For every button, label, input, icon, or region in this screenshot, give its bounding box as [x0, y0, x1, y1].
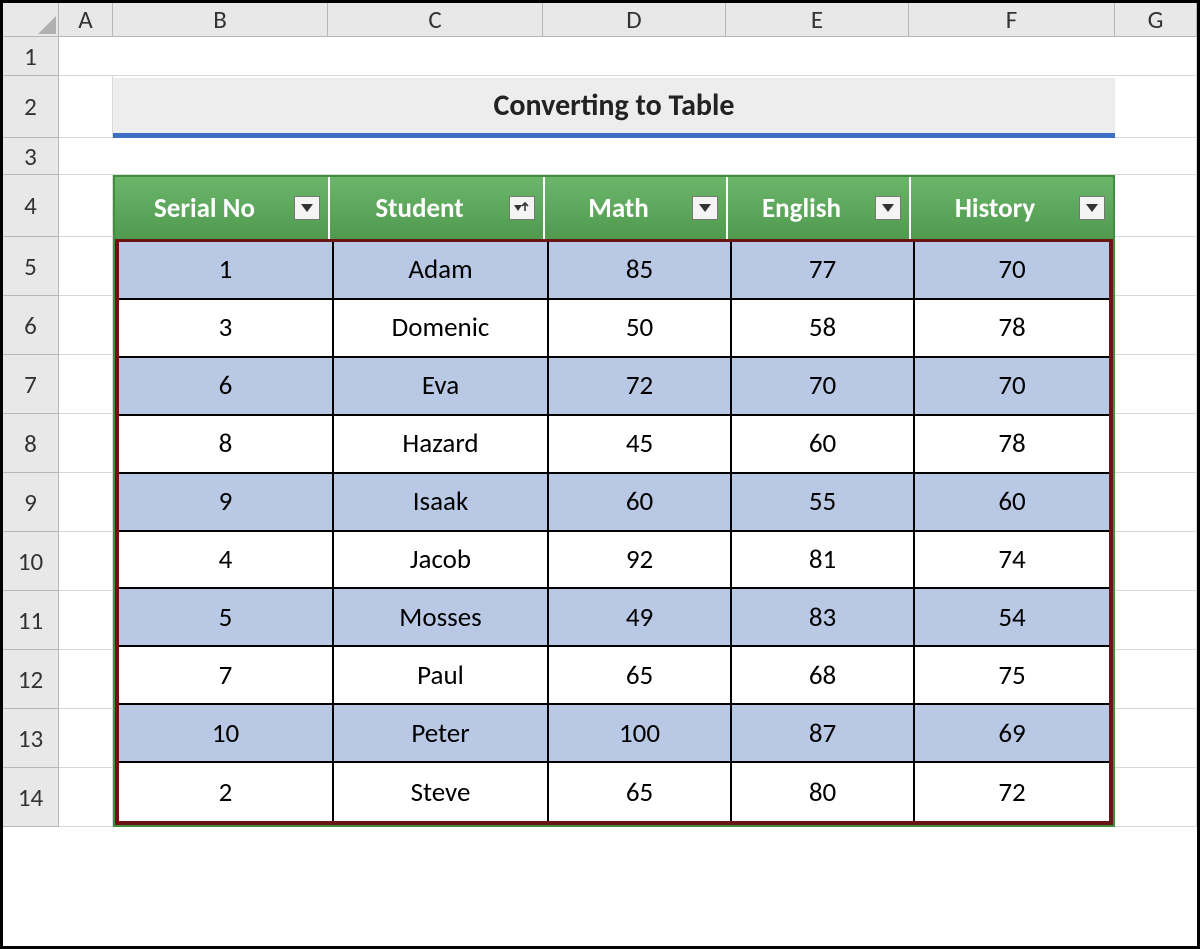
cell-math[interactable]: 65 [549, 763, 732, 821]
filter-dropdown-icon[interactable] [692, 196, 718, 220]
cell-history[interactable]: 60 [915, 474, 1109, 532]
col-math[interactable]: Math [545, 177, 728, 239]
cell-student[interactable]: Mosses [334, 589, 549, 647]
sort-asc-icon[interactable] [509, 196, 535, 220]
cell-serial[interactable]: 6 [119, 358, 334, 416]
cell-math[interactable]: 100 [549, 705, 732, 763]
cell-student[interactable]: Steve [334, 763, 549, 821]
col-serial-no[interactable]: Serial No [115, 177, 330, 239]
col-header-F[interactable]: F [909, 3, 1115, 37]
header-label: Serial No [154, 192, 255, 225]
page-title: Converting to Table [113, 78, 1115, 138]
cell-english[interactable]: 87 [732, 705, 915, 763]
cell-english[interactable]: 80 [732, 763, 915, 821]
col-header-C[interactable]: C [328, 3, 543, 37]
cell-math[interactable]: 50 [549, 300, 732, 358]
cell-serial[interactable]: 8 [119, 416, 334, 474]
row-header-14[interactable]: 14 [3, 768, 59, 827]
cell-english[interactable]: 70 [732, 358, 915, 416]
col-header-D[interactable]: D [543, 3, 726, 37]
data-table: Serial No Student Math English History 1… [113, 175, 1115, 827]
row-header-3[interactable]: 3 [3, 138, 59, 175]
row-header-1[interactable]: 1 [3, 37, 59, 76]
cell-serial[interactable]: 7 [119, 647, 334, 705]
cell-student[interactable]: Adam [334, 242, 549, 300]
cell-history[interactable]: 78 [915, 416, 1109, 474]
cell-english[interactable]: 83 [732, 589, 915, 647]
header-label: English [762, 192, 841, 225]
cell-history[interactable]: 70 [915, 242, 1109, 300]
row-header-6[interactable]: 6 [3, 296, 59, 355]
row-header-5[interactable]: 5 [3, 237, 59, 296]
row-header-4[interactable]: 4 [3, 175, 59, 237]
cell-history[interactable]: 54 [915, 589, 1109, 647]
spreadsheet-grid: A B C D E F G 1 2 Converting to Table 3 … [3, 3, 1197, 827]
cell-serial[interactable]: 10 [119, 705, 334, 763]
cell-english[interactable]: 81 [732, 532, 915, 590]
select-all-corner[interactable] [3, 3, 59, 37]
col-header-E[interactable]: E [726, 3, 909, 37]
cell-serial[interactable]: 2 [119, 763, 334, 821]
cell-math[interactable]: 60 [549, 474, 732, 532]
row-header-11[interactable]: 11 [3, 591, 59, 650]
cell-math[interactable]: 85 [549, 242, 732, 300]
row-header-2[interactable]: 2 [3, 76, 59, 138]
header-label: History [955, 192, 1035, 225]
col-history[interactable]: History [911, 177, 1113, 239]
cell-serial[interactable]: 5 [119, 589, 334, 647]
row-header-7[interactable]: 7 [3, 355, 59, 414]
cell-math[interactable]: 45 [549, 416, 732, 474]
cell-english[interactable]: 58 [732, 300, 915, 358]
cell-math[interactable]: 92 [549, 532, 732, 590]
cell-student[interactable]: Hazard [334, 416, 549, 474]
col-english[interactable]: English [728, 177, 911, 239]
row-header-10[interactable]: 10 [3, 532, 59, 591]
cell-english[interactable]: 60 [732, 416, 915, 474]
cell-english[interactable]: 55 [732, 474, 915, 532]
header-label: Student [375, 192, 463, 225]
col-header-G[interactable]: G [1115, 3, 1197, 37]
filter-dropdown-icon[interactable] [875, 196, 901, 220]
table-header-row: Serial No Student Math English History [115, 177, 1113, 239]
row-header-12[interactable]: 12 [3, 650, 59, 709]
filter-dropdown-icon[interactable] [294, 196, 320, 220]
filter-dropdown-icon[interactable] [1079, 196, 1105, 220]
cell-student[interactable]: Jacob [334, 532, 549, 590]
col-header-B[interactable]: B [113, 3, 328, 37]
cell-history[interactable]: 75 [915, 647, 1109, 705]
cell-history[interactable]: 74 [915, 532, 1109, 590]
cell-serial[interactable]: 1 [119, 242, 334, 300]
cell-history[interactable]: 70 [915, 358, 1109, 416]
cell-math[interactable]: 65 [549, 647, 732, 705]
cell-math[interactable]: 49 [549, 589, 732, 647]
cell-student[interactable]: Eva [334, 358, 549, 416]
table-body: 1Adam8577703Domenic5058786Eva7270708Haza… [115, 239, 1113, 825]
cell-student[interactable]: Paul [334, 647, 549, 705]
cell-history[interactable]: 69 [915, 705, 1109, 763]
row-header-9[interactable]: 9 [3, 473, 59, 532]
cell-english[interactable]: 77 [732, 242, 915, 300]
cell-math[interactable]: 72 [549, 358, 732, 416]
cell-serial[interactable]: 4 [119, 532, 334, 590]
cell-serial[interactable]: 3 [119, 300, 334, 358]
cell-student[interactable]: Peter [334, 705, 549, 763]
cell-history[interactable]: 78 [915, 300, 1109, 358]
col-header-A[interactable]: A [59, 3, 113, 37]
header-label: Math [588, 192, 649, 225]
select-all-triangle-icon [38, 16, 56, 34]
cell-student[interactable]: Isaak [334, 474, 549, 532]
row-header-13[interactable]: 13 [3, 709, 59, 768]
cell-serial[interactable]: 9 [119, 474, 334, 532]
cell-english[interactable]: 68 [732, 647, 915, 705]
cell-history[interactable]: 72 [915, 763, 1109, 821]
col-student[interactable]: Student [330, 177, 545, 239]
row-header-8[interactable]: 8 [3, 414, 59, 473]
cell-student[interactable]: Domenic [334, 300, 549, 358]
